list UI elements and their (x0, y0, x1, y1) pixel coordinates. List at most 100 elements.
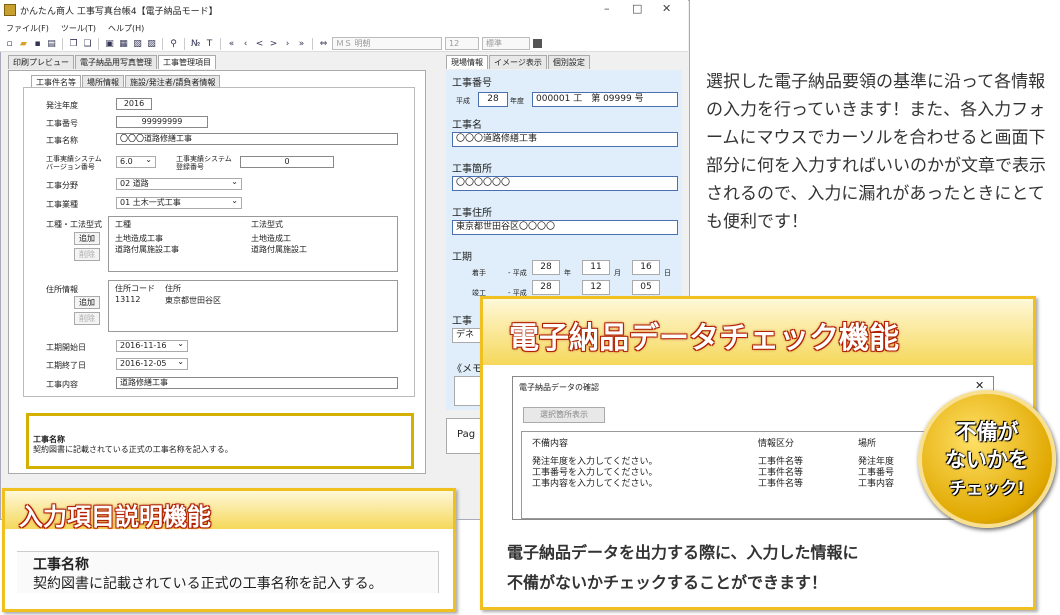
r-place-input[interactable]: 〇〇〇〇〇〇 (452, 176, 678, 191)
field-select[interactable]: 02 道路 (116, 177, 242, 190)
sys-ver-select[interactable]: 6.0 (116, 155, 156, 168)
zoom-icon[interactable]: ▦ (118, 37, 129, 51)
r-name-input[interactable]: 〇〇〇道路修繕工事 (452, 132, 678, 147)
tab-image-view[interactable]: イメージ表示 (489, 55, 547, 69)
table-cell[interactable]: 工事内容 (858, 476, 894, 489)
year-label: 発注年度 (46, 101, 78, 110)
method-col-model: 工法型式 (251, 220, 283, 229)
r-memo-label: 《メモ (452, 364, 482, 375)
method-delete-button[interactable]: 削除 (74, 248, 100, 261)
tab-photo-management[interactable]: 電子納品用写真管理 (75, 55, 157, 69)
print-icon[interactable]: ▤ (46, 37, 57, 51)
issue-col-place: 場所 (858, 439, 877, 449)
table-row[interactable]: 土地造成工事 (115, 233, 163, 244)
maximize-button[interactable]: □ (632, 2, 642, 15)
r-addr-label: 工事住所 (452, 208, 492, 219)
menu-tools[interactable]: ツール(T) (61, 23, 96, 34)
issue-col-category: 情報区分 (758, 439, 795, 449)
name-label: 工事名称 (46, 136, 78, 145)
sys-ver-label2: バージョン番号 (46, 163, 95, 171)
place-add-button[interactable]: 追加 (74, 296, 100, 309)
table-cell[interactable]: 道路付属施設工 (251, 244, 307, 255)
r-no-input[interactable]: 000001 工 第 09999 号 (532, 92, 678, 107)
tab-individual[interactable]: 個別設定 (547, 55, 590, 69)
table-row[interactable]: 道路付属施設工事 (115, 244, 179, 255)
print2-icon[interactable]: ▧ (132, 37, 143, 51)
method-add-button[interactable]: 追加 (74, 232, 100, 245)
font-size-select[interactable]: 12 (445, 37, 479, 50)
menu-help[interactable]: ヘルプ(H) (108, 23, 144, 34)
r-start-era: - 平成 (508, 269, 527, 277)
r-era-year-input[interactable]: 28 (478, 92, 508, 107)
r-addr-input[interactable]: 東京都世田谷区〇〇〇〇 (452, 220, 678, 235)
year-input[interactable]: 2016 (116, 98, 152, 110)
feature-help-sample-text: 契約図書に記載されている正式の工事名称を記入する。 (33, 576, 383, 592)
end-date-select[interactable]: 2016-12-05 (116, 357, 188, 370)
paste-icon[interactable]: ❏ (82, 37, 93, 51)
open-icon[interactable]: ▰ (18, 37, 29, 51)
start-label: 工期開始日 (46, 343, 86, 352)
number-icon[interactable]: № (190, 37, 201, 51)
new-icon[interactable]: ▫ (4, 37, 15, 51)
table-cell[interactable]: 工事件名等 (758, 476, 803, 489)
swap-icon[interactable]: ⇔ (318, 37, 329, 51)
check-badge: 不備が ないかを チェック! (918, 390, 1056, 528)
feature-check-header: 電子納品データチェック機能 (483, 299, 1033, 365)
place-col-address: 住所 (165, 284, 181, 293)
style-select[interactable]: 標準 (482, 37, 530, 50)
tab-print-preview[interactable]: 印刷プレビュー (8, 55, 74, 69)
last-icon[interactable]: » (296, 37, 307, 51)
prev10-icon[interactable]: ‹ (240, 37, 251, 51)
menu-bar: ファイル(F) ツール(T) ヘルプ(H) (0, 20, 688, 36)
badge-line3: チェック! (949, 479, 1025, 499)
color-icon[interactable] (533, 39, 542, 48)
table-row[interactable]: 13112 (115, 295, 140, 304)
menu-file[interactable]: ファイル(F) (6, 23, 49, 34)
preview-icon[interactable]: ▣ (104, 37, 115, 51)
table-row[interactable]: 工事内容を入力してください。 (532, 476, 657, 489)
next-icon[interactable]: > (268, 37, 279, 51)
r-m-unit: 月 (614, 269, 621, 277)
r-start-month-input[interactable]: 11 (582, 260, 610, 275)
type-select[interactable]: 01 土木一式工事 (116, 196, 242, 209)
table-cell[interactable]: 土地造成工 (251, 233, 291, 244)
close-button[interactable]: ✕ (662, 2, 671, 15)
name-input[interactable]: 〇〇〇道路修繕工事 (116, 133, 398, 145)
text-icon[interactable]: T (204, 37, 215, 51)
r-d-unit: 日 (664, 269, 671, 277)
toolbar: ▫ ▰ ▪ ▤ ❐ ❏ ▣ ▦ ▧ ▨ ⚲ № T « ‹ < > › » ⇔ … (0, 36, 688, 52)
r-no-label: 工事番号 (452, 78, 492, 89)
r-end-day-input[interactable]: 05 (632, 280, 660, 295)
show-selected-button[interactable]: 選択箇所表示 (523, 407, 605, 423)
content-input[interactable]: 道路修繕工事 (116, 377, 398, 389)
right-tabs: 現場情報 イメージ表示 個別設定 (446, 55, 590, 69)
print3-icon[interactable]: ▨ (146, 37, 157, 51)
badge-line1: 不備が (955, 420, 1019, 444)
copy-icon[interactable]: ❐ (68, 37, 79, 51)
r-start-day-input[interactable]: 16 (632, 260, 660, 275)
save-icon[interactable]: ▪ (32, 37, 43, 51)
font-name-select[interactable]: ＭＳ 明朝 (332, 37, 442, 50)
table-cell[interactable]: 東京都世田谷区 (165, 295, 221, 306)
no-input[interactable]: 99999999 (116, 116, 208, 128)
field-label: 工事分野 (46, 181, 78, 190)
next10-icon[interactable]: › (282, 37, 293, 51)
feature-check-caption1: 電子納品データを出力する際に、入力した情報に (507, 543, 859, 562)
r-end-month-input[interactable]: 12 (582, 280, 610, 295)
r-end-year-input[interactable]: 28 (532, 280, 560, 295)
sys-no-label2: 登録番号 (176, 163, 204, 171)
help-text: 契約図書に記載されている正式の工事名称を記入する。 (33, 445, 233, 454)
r-start-year-input[interactable]: 28 (532, 260, 560, 275)
first-icon[interactable]: « (226, 37, 237, 51)
tab-site-info[interactable]: 現場情報 (446, 55, 488, 69)
r-name-label: 工事名 (452, 120, 482, 131)
place-delete-button[interactable]: 削除 (74, 312, 100, 325)
feature-help-box: 入力項目説明機能 工事名称 契約図書に記載されている正式の工事名称を記入する。 (2, 488, 456, 612)
start-date-select[interactable]: 2016-11-16 (116, 339, 188, 352)
tab-project-items[interactable]: 工事管理項目 (158, 55, 216, 69)
prev-icon[interactable]: < (254, 37, 265, 51)
search-icon[interactable]: ⚲ (168, 37, 179, 51)
minimize-button[interactable]: – (604, 2, 610, 15)
feature-help-title: 入力項目説明機能 (19, 503, 211, 531)
sys-no-input[interactable]: 0 (240, 156, 334, 168)
